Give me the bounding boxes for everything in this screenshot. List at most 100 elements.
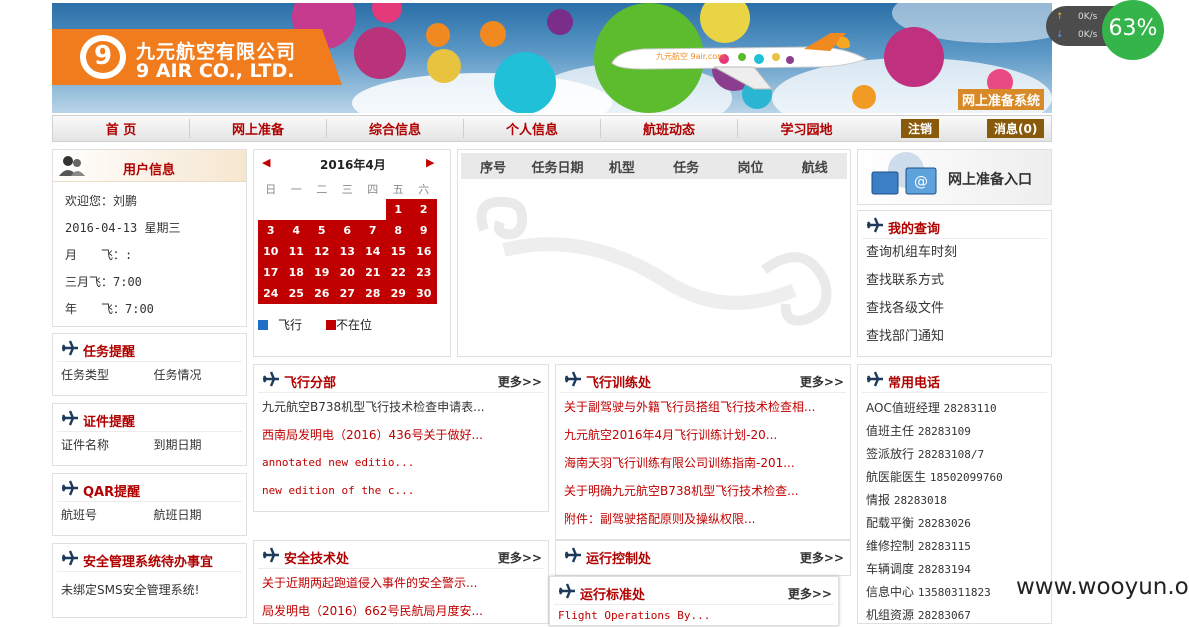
calendar-day[interactable]: 14 bbox=[360, 241, 386, 262]
task-reminder-title: 任务提醒 bbox=[83, 345, 136, 360]
calendar-day[interactable]: 27 bbox=[334, 283, 360, 304]
next-month-icon[interactable]: ▶ bbox=[426, 156, 434, 169]
memory-percent-badge[interactable]: 63% bbox=[1102, 0, 1164, 60]
calendar-day[interactable]: 4 bbox=[283, 220, 309, 241]
news-link[interactable]: Flight Operations By... bbox=[550, 605, 838, 627]
col-header: 序号 bbox=[480, 160, 507, 176]
upload-arrow-icon: ↑ bbox=[1056, 12, 1064, 22]
calendar-day[interactable]: 19 bbox=[309, 262, 335, 283]
svg-text:九元航空 9air.com: 九元航空 9air.com bbox=[656, 51, 725, 61]
news-link[interactable]: new edition of the c... bbox=[254, 477, 548, 505]
query-link[interactable]: 查找联系方式 bbox=[858, 267, 1051, 295]
calendar-day[interactable]: 8 bbox=[385, 220, 411, 241]
col-header: 任务 bbox=[673, 160, 700, 176]
flight-date-label: 航班日期 bbox=[153, 508, 202, 522]
system-title: 网上准备系统 bbox=[957, 89, 1044, 110]
task-status-label: 任务情况 bbox=[153, 368, 202, 382]
more-link[interactable]: 更多>> bbox=[498, 373, 542, 390]
news-link[interactable]: 海南天羽飞行训练有限公司训练指南-201... bbox=[556, 449, 850, 477]
calendar-grid: 日 一 二 三 四 五 六 1 2 3 4 5 6 7 8 9 10 11 12… bbox=[258, 178, 437, 304]
calendar-day[interactable]: 20 bbox=[334, 262, 360, 283]
news-link[interactable]: annotated new editio... bbox=[254, 449, 548, 477]
query-link[interactable]: 查找部门通知 bbox=[858, 323, 1051, 351]
calendar-day[interactable]: 17 bbox=[258, 262, 284, 283]
download-arrow-icon: ↓ bbox=[1056, 30, 1064, 40]
more-link[interactable]: 更多>> bbox=[800, 549, 844, 566]
calendar-day[interactable]: 16 bbox=[411, 241, 437, 262]
welcome-text: 欢迎您：刘鹏 bbox=[65, 194, 138, 208]
nav-online-prep[interactable]: 网上准备 bbox=[190, 119, 327, 138]
query-link[interactable]: 查找各级文件 bbox=[858, 295, 1051, 323]
airplane-icon bbox=[62, 410, 78, 426]
calendar-day[interactable]: 30 bbox=[411, 283, 437, 304]
more-link[interactable]: 更多>> bbox=[800, 373, 844, 390]
calendar-day[interactable]: 3 bbox=[258, 220, 284, 241]
nav-personal-info[interactable]: 个人信息 bbox=[464, 119, 601, 138]
legend-fly-swatch bbox=[258, 319, 268, 330]
calendar-day[interactable]: 7 bbox=[360, 220, 386, 241]
current-date: 2016-04-13 星期三 bbox=[65, 221, 181, 235]
calendar-day[interactable]: 12 bbox=[309, 241, 335, 262]
cloud-pattern-decoration bbox=[476, 196, 832, 326]
news-link[interactable]: 九元航空2016年4月飞行训练计划-20... bbox=[556, 421, 850, 449]
phone-item: 维修控制 28283115 bbox=[866, 539, 971, 553]
airplane-icon bbox=[62, 480, 78, 496]
weekday-label: 一 bbox=[290, 182, 302, 196]
calendar-day[interactable]: 5 bbox=[309, 220, 335, 241]
online-prep-entry[interactable]: @ 网上准备入口 bbox=[857, 149, 1052, 205]
calendar-day[interactable]: 24 bbox=[258, 283, 284, 304]
nav-flight-status[interactable]: 航班动态 bbox=[601, 119, 738, 138]
calendar-day[interactable]: 22 bbox=[385, 262, 411, 283]
legend-absent-label: 不在位 bbox=[336, 318, 373, 332]
news-link[interactable]: 九元航空B738机型飞行技术检查申请表... bbox=[254, 393, 548, 421]
news-link[interactable]: 附件：副驾驶搭配原则及操纵权限... bbox=[556, 505, 850, 533]
calendar-day[interactable]: 10 bbox=[258, 241, 284, 262]
nav-home[interactable]: 首 页 bbox=[53, 119, 190, 138]
calendar-day[interactable]: 21 bbox=[360, 262, 386, 283]
news-link[interactable]: 关于近期两起跑道侵入事件的安全警示... bbox=[254, 569, 548, 597]
prev-month-icon[interactable]: ◀ bbox=[262, 156, 270, 169]
user-info-title: 用户信息 bbox=[123, 163, 176, 178]
news-link[interactable]: 关于副驾驶与外籍飞行员搭组飞行技术检查相... bbox=[556, 393, 850, 421]
calendar-day[interactable]: 13 bbox=[334, 241, 360, 262]
logout-button[interactable]: 注销 bbox=[901, 119, 940, 138]
year-flight-hours: 年 飞：7:00 bbox=[65, 302, 154, 316]
calendar-day[interactable]: 18 bbox=[283, 262, 309, 283]
messages-button[interactable]: 消息(0) bbox=[987, 119, 1045, 138]
flight-training-title: 飞行训练处 bbox=[586, 376, 652, 391]
nav-learning[interactable]: 学习园地 bbox=[738, 119, 875, 138]
news-link[interactable]: 西南局发明电（2016）436号关于做好... bbox=[254, 421, 548, 449]
airplane-icon bbox=[559, 583, 575, 599]
phone-item: 航医能医生 18502099760 bbox=[866, 470, 1003, 484]
nav-general-info[interactable]: 综合信息 bbox=[327, 119, 464, 138]
query-link[interactable]: 查询机组车时刻 bbox=[858, 239, 1051, 267]
airplane-icon bbox=[867, 217, 883, 233]
calendar-day[interactable]: 26 bbox=[309, 283, 335, 304]
calendar-day[interactable]: 28 bbox=[360, 283, 386, 304]
calendar-day[interactable]: 1 bbox=[385, 199, 411, 220]
safety-tech-panel: 安全技术处 更多>> 关于近期两起跑道侵入事件的安全警示... 局发明电（201… bbox=[253, 540, 549, 624]
calendar-day[interactable]: 11 bbox=[283, 241, 309, 262]
logo-text-en: 9 AIR CO., LTD. bbox=[136, 60, 295, 82]
calendar-day[interactable]: 15 bbox=[385, 241, 411, 262]
task-table-panel: 序号 任务日期 机型 任务 岗位 航线 bbox=[457, 149, 851, 357]
news-link[interactable]: 关于明确九元航空B738机型飞行技术检查... bbox=[556, 477, 850, 505]
calendar-day[interactable]: 2 bbox=[411, 199, 437, 220]
phone-item: 情报 28283018 bbox=[866, 493, 947, 507]
calendar-day[interactable]: 9 bbox=[411, 220, 437, 241]
calendar-day[interactable]: 6 bbox=[334, 220, 360, 241]
more-link[interactable]: 更多>> bbox=[788, 585, 832, 602]
calendar-day[interactable]: 25 bbox=[283, 283, 309, 304]
logo-mark: 9 bbox=[80, 35, 126, 79]
cert-expiry-label: 到期日期 bbox=[153, 438, 202, 452]
col-header: 机型 bbox=[608, 160, 635, 176]
airplane-icon bbox=[62, 550, 78, 566]
airplane-icon bbox=[62, 340, 78, 356]
cert-reminder-panel: 证件提醒 证件名称 到期日期 bbox=[52, 403, 247, 466]
airplane-image: 九元航空 9air.com bbox=[611, 33, 868, 90]
calendar-day[interactable]: 29 bbox=[385, 283, 411, 304]
weekday-label: 日 bbox=[265, 182, 277, 196]
page: 9 九元航空有限公司 9 AIR CO., LTD. 九元航空 9air.com… bbox=[52, 0, 1052, 626]
calendar-day[interactable]: 23 bbox=[411, 262, 437, 283]
more-link[interactable]: 更多>> bbox=[498, 549, 542, 566]
